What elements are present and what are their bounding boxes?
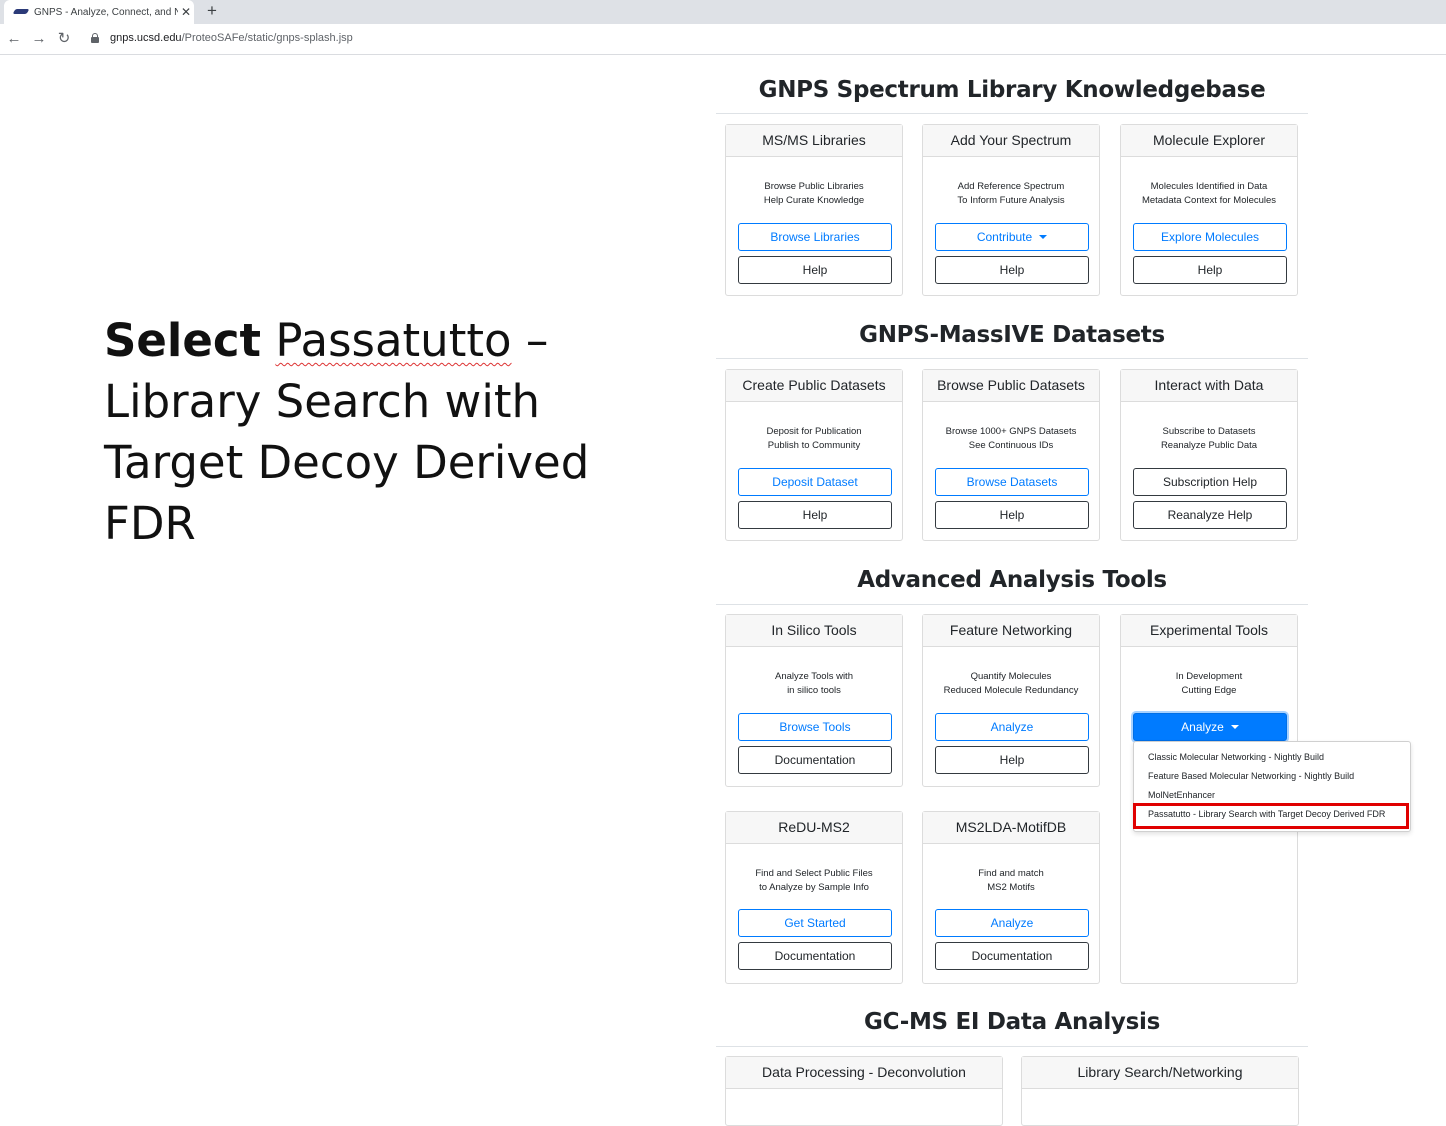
card-text: In Development Cutting Edge [1175, 671, 1243, 696]
help-button[interactable]: Help [935, 746, 1089, 774]
url-path: /ProteoSAFe/static/gnps-splash.jsp [181, 32, 353, 44]
help-button[interactable]: Help [935, 501, 1089, 529]
card-title: Experimental Tools [1121, 615, 1297, 647]
url-field[interactable]: gnps.ucsd.edu/ProteoSAFe/static/gnps-spl… [110, 32, 353, 44]
card-redu-ms2: ReDU-MS2 Find and Select Public Files to … [725, 811, 903, 984]
section-divider [716, 604, 1308, 605]
caret-down-icon [1230, 725, 1239, 729]
browse-datasets-button[interactable]: Browse Datasets [935, 468, 1089, 496]
help-button[interactable]: Help [738, 501, 892, 529]
card-title: Add Your Spectrum [923, 125, 1099, 157]
new-tab-icon[interactable]: + [203, 1, 221, 21]
caret-down-icon [1039, 235, 1048, 239]
section-divider [716, 358, 1308, 359]
section-divider [716, 1046, 1308, 1047]
explore-molecules-button[interactable]: Explore Molecules [1133, 223, 1287, 251]
card-title: Feature Networking [923, 615, 1099, 647]
card-in-silico-tools: In Silico Tools Analyze Tools with in sil… [725, 614, 903, 787]
lock-icon [91, 33, 99, 43]
card-add-spectrum: Add Your Spectrum Add Reference Spectrum… [922, 124, 1100, 296]
documentation-button[interactable]: Documentation [738, 746, 892, 774]
contribute-button[interactable]: Contribute [935, 223, 1089, 251]
deposit-dataset-button[interactable]: Deposit Dataset [738, 468, 892, 496]
tab-title: GNPS - Analyze, Connect, and Ne [34, 6, 178, 18]
card-text: Browse Public Libraries Help Curate Knowl… [763, 181, 865, 206]
section-title-gcms: GC-MS EI Data Analysis [864, 1009, 1160, 1035]
card-browse-datasets: Browse Public Datasets Browse 1000+ GNPS… [922, 369, 1100, 541]
highlight-box [1133, 803, 1409, 829]
card-text: Quantify Molecules Reduced Molecule Redun… [943, 671, 1079, 696]
instruction-text: Select Passatutto – Library Search with … [104, 310, 684, 554]
analyze-button[interactable]: Analyze [935, 909, 1089, 937]
section-title-massive: GNPS-MassIVE Datasets [859, 322, 1165, 348]
card-title: Create Public Datasets [726, 370, 902, 402]
help-button[interactable]: Help [1133, 256, 1287, 284]
help-button[interactable]: Help [935, 256, 1089, 284]
card-title: Library Search/Networking [1022, 1057, 1298, 1089]
card-title: Molecule Explorer [1121, 125, 1297, 157]
address-bar: ← → ↻ gnps.ucsd.edu/ProteoSAFe/static/gn… [0, 24, 1446, 55]
help-button[interactable]: Help [738, 256, 892, 284]
card-title: ReDU-MS2 [726, 812, 902, 844]
card-text: Molecules Identified in Data Metadata Con… [1141, 181, 1277, 206]
card-text: Subscribe to Datasets Reanalyze Public Da… [1160, 426, 1258, 451]
analyze-label: Analyze [1181, 720, 1224, 734]
instruction-select: Select [104, 314, 262, 367]
browse-tools-button[interactable]: Browse Tools [738, 713, 892, 741]
card-text: Browse 1000+ GNPS Datasets See Continuous… [945, 426, 1077, 451]
card-title: In Silico Tools [726, 615, 902, 647]
subscription-help-button[interactable]: Subscription Help [1133, 468, 1287, 496]
card-title: Browse Public Datasets [923, 370, 1099, 402]
card-text: Analyze Tools with in silico tools [775, 671, 853, 696]
card-title: Data Processing - Deconvolution [726, 1057, 1002, 1089]
forward-arrow-icon[interactable]: → [29, 29, 49, 49]
instruction-line2: Library Search with [104, 375, 541, 428]
url-host: gnps.ucsd.edu [110, 32, 182, 44]
browser-tab-bar: GNPS - Analyze, Connect, and Ne ✕ + [0, 0, 1446, 24]
section-title-advanced: Advanced Analysis Tools [857, 567, 1167, 593]
section-title-library: GNPS Spectrum Library Knowledgebase [758, 77, 1266, 103]
reanalyze-help-button[interactable]: Reanalyze Help [1133, 501, 1287, 529]
reload-icon[interactable]: ↻ [54, 29, 74, 49]
card-molecule-explorer: Molecule Explorer Molecules Identified i… [1120, 124, 1298, 296]
tab-close-icon[interactable]: ✕ [178, 5, 194, 19]
card-text: Find and Select Public Files to Analyze b… [755, 868, 873, 893]
analyze-dropdown-button[interactable]: Analyze [1133, 713, 1287, 741]
card-title: MS/MS Libraries [726, 125, 902, 157]
card-title: MS2LDA-MotifDB [923, 812, 1099, 844]
instruction-dash: – [511, 314, 549, 367]
card-feature-networking: Feature Networking Quantify Molecules Red… [922, 614, 1100, 787]
menu-item-molnetenhancer[interactable]: MolNetEnhancer [1148, 790, 1215, 800]
documentation-button[interactable]: Documentation [935, 942, 1089, 970]
contribute-label: Contribute [976, 230, 1033, 244]
section-divider [716, 113, 1308, 114]
analyze-button[interactable]: Analyze [935, 713, 1089, 741]
back-arrow-icon[interactable]: ← [4, 29, 24, 49]
card-msms-libraries: MS/MS Libraries Browse Public Libraries H… [725, 124, 903, 296]
menu-item-classic-networking[interactable]: Classic Molecular Networking - Nightly B… [1148, 752, 1324, 762]
card-ms2lda-motifdb: MS2LDA-MotifDB Find and match MS2 Motifs … [922, 811, 1100, 984]
card-text: Deposit for Publication Publish to Commun… [766, 426, 862, 451]
browse-libraries-button[interactable]: Browse Libraries [738, 223, 892, 251]
get-started-button[interactable]: Get Started [738, 909, 892, 937]
menu-item-feature-networking[interactable]: Feature Based Molecular Networking - Nig… [1148, 771, 1354, 781]
card-title: Interact with Data [1121, 370, 1297, 402]
card-text: Add Reference Spectrum To Inform Future A… [957, 181, 1065, 206]
card-text: Find and match MS2 Motifs [978, 868, 1044, 893]
instruction-line3: Target Decoy Derived FDR [104, 436, 590, 550]
gnps-favicon-icon [14, 8, 28, 16]
browser-tab[interactable]: GNPS - Analyze, Connect, and Ne ✕ [4, 0, 194, 24]
card-interact-data: Interact with Data Subscribe to Datasets… [1120, 369, 1298, 541]
card-create-datasets: Create Public Datasets Deposit for Publi… [725, 369, 903, 541]
documentation-button[interactable]: Documentation [738, 942, 892, 970]
instruction-tool: Passatutto [275, 314, 512, 367]
